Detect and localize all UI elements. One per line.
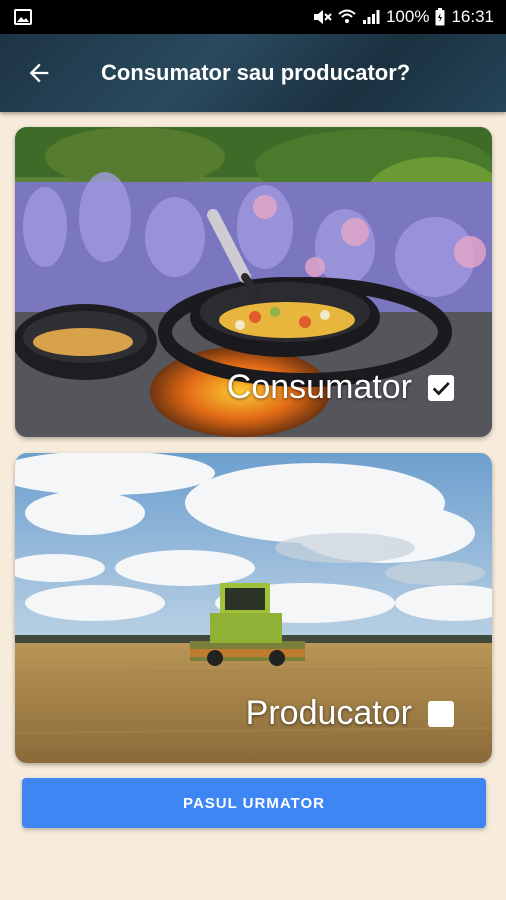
image-icon — [14, 9, 32, 25]
option-label-consumator: Consumator — [226, 368, 412, 406]
app-bar: Consumator sau producator? — [0, 34, 506, 112]
mute-icon — [312, 8, 332, 26]
back-button[interactable] — [11, 45, 67, 101]
battery-icon — [435, 8, 445, 26]
wifi-icon — [338, 9, 356, 25]
next-step-button[interactable]: PASUL URMATOR — [22, 778, 486, 828]
status-right: 100% 16:31 — [312, 7, 494, 27]
signal-icon — [362, 9, 380, 25]
consumator-checkbox[interactable] — [428, 374, 454, 401]
option-card-producator[interactable]: Producator — [15, 453, 492, 763]
option-card-consumator[interactable]: Consumator — [15, 127, 492, 437]
arrow-back-icon — [29, 63, 49, 83]
producator-checkbox[interactable] — [428, 700, 454, 727]
clock: 16:31 — [451, 7, 494, 26]
option-row-consumator: Consumator — [227, 368, 454, 407]
status-bar: 100% 16:31 — [0, 0, 506, 34]
checkmark-icon — [432, 381, 450, 395]
option-label-producator: Producator — [245, 694, 412, 732]
status-left — [14, 9, 32, 25]
option-row-producator: Producator — [246, 694, 454, 733]
battery-percent: 100% — [385, 7, 430, 26]
page-title: Consumator sau producator? — [101, 60, 411, 85]
